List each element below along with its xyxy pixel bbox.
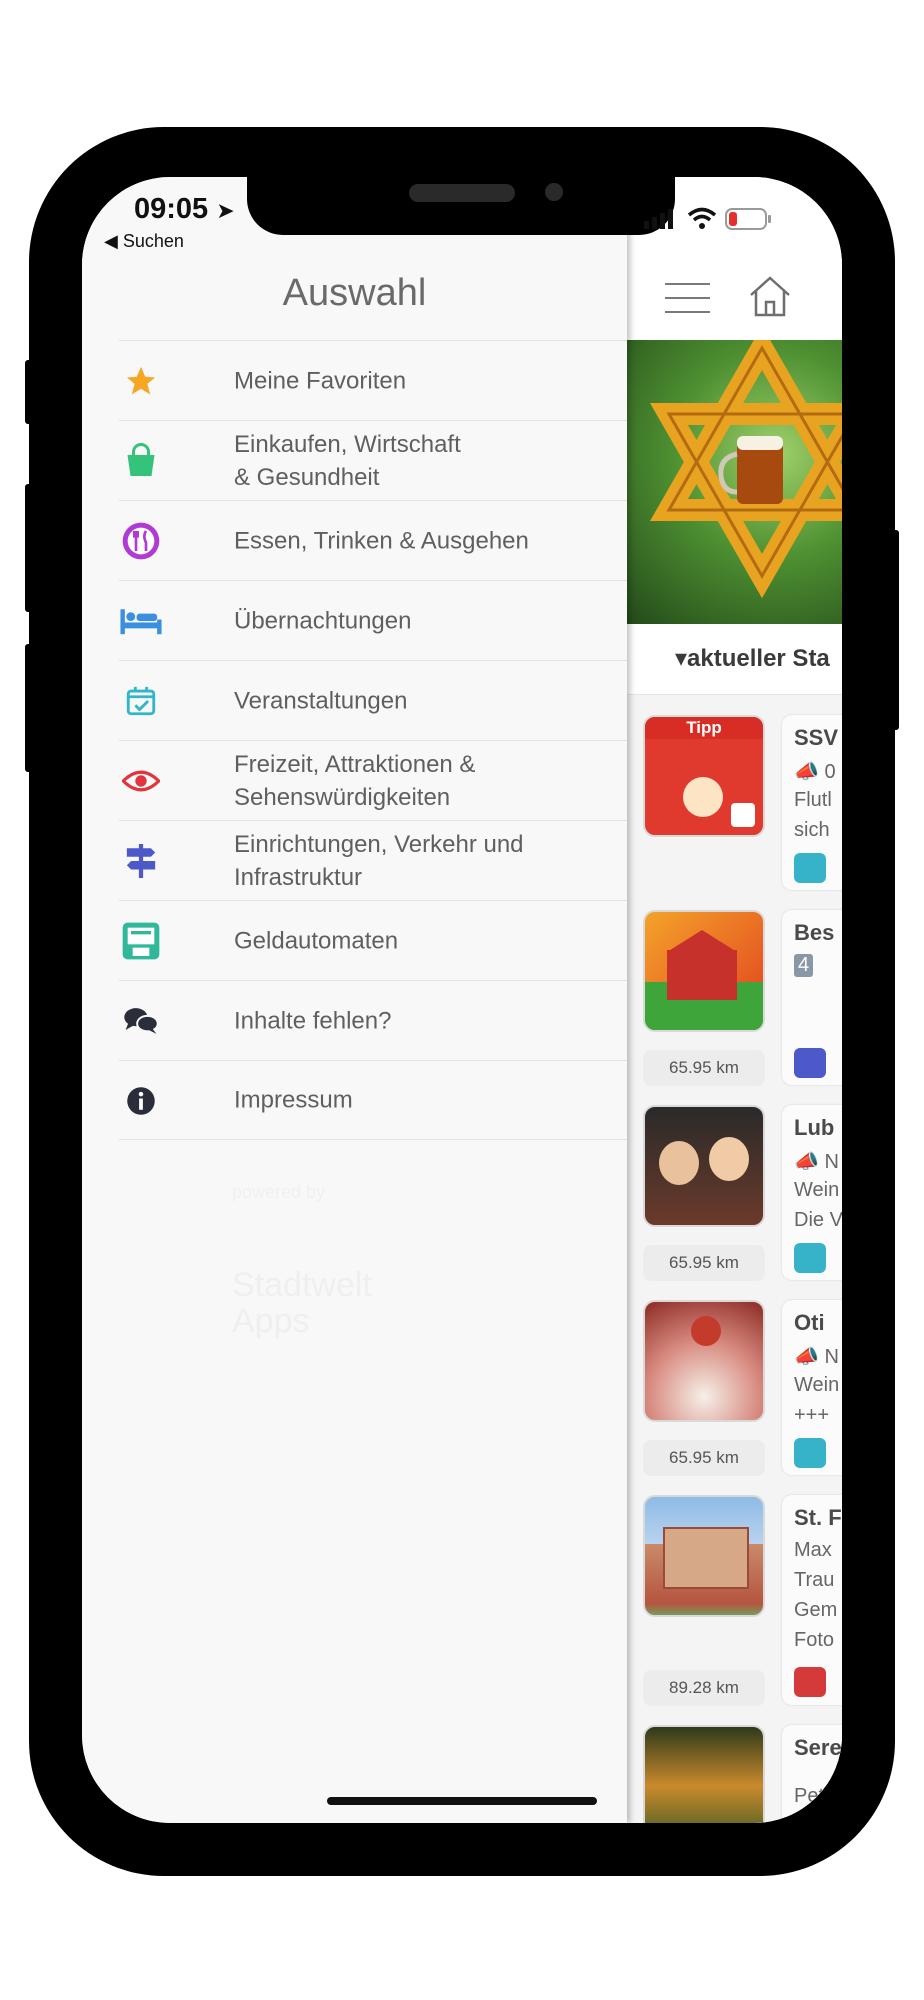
- category-badge: [794, 1667, 826, 1697]
- menu-item-atm[interactable]: Geldautomaten: [119, 900, 627, 980]
- drawer-title: Auswahl: [282, 272, 427, 314]
- feed-card-title: St. F: [794, 1505, 842, 1530]
- front-camera: [545, 183, 563, 201]
- feed-card-text: 📣 N: [794, 1346, 839, 1368]
- feed-thumbnail: [643, 1105, 765, 1227]
- menu-item-attractions[interactable]: Freizeit, Attraktionen & Sehenswürdigkei…: [119, 740, 627, 820]
- info-icon: [119, 1079, 163, 1123]
- feed-card-text: Max: [794, 1539, 832, 1561]
- hero-banner: [627, 340, 842, 624]
- menu-item-label: Impressum: [234, 1086, 353, 1114]
- speaker-grille: [409, 184, 515, 202]
- menu-item-label: Inhalte fehlen?: [234, 1007, 392, 1034]
- menu-item-events[interactable]: Veranstaltungen: [119, 660, 627, 740]
- feed-card[interactable]: Bes 4: [782, 910, 842, 1085]
- menu-item-label: Übernachtungen: [234, 607, 412, 634]
- category-badge: [794, 1048, 826, 1078]
- feed-thumbnail: [643, 1725, 765, 1823]
- battery-low-icon: [725, 208, 771, 230]
- feed-thumbnail: [643, 910, 765, 1032]
- drawer-menu: Meine Favoriten Einkaufen, Wirtschaft & …: [119, 340, 627, 1140]
- feed-card-text: Flutl: [794, 789, 832, 811]
- menu-item-imprint[interactable]: Impressum: [119, 1060, 627, 1140]
- feed-thumbnail: [643, 1495, 765, 1617]
- star-icon: [119, 359, 163, 403]
- menu-item-label: Meine Favoriten: [234, 367, 407, 394]
- menu-item-shopping[interactable]: Einkaufen, Wirtschaft & Gesundheit: [119, 420, 627, 500]
- status-time: 09:05 ➤: [134, 193, 235, 225]
- app-main: ▾aktueller Sta Tipp SSV 📣 0 Flutl sich 6…: [627, 177, 842, 1823]
- distance-label: 65.95 km: [643, 1245, 765, 1281]
- feed-card-text: sich: [794, 819, 830, 841]
- star-of-david-beer-icon: [650, 340, 842, 599]
- feed-thumbnail: Tipp: [643, 715, 765, 837]
- menu-item-infrastructure[interactable]: Einrichtungen, Verkehr und Infrastruktur: [119, 820, 627, 900]
- status-filter-bar[interactable]: ▾aktueller Sta: [627, 624, 842, 695]
- eye-icon: [119, 759, 163, 803]
- wifi-icon: [687, 207, 717, 229]
- signpost-icon: [119, 839, 163, 883]
- feed-thumbnail: [643, 1300, 765, 1422]
- hamburger-menu-icon[interactable]: [665, 283, 710, 313]
- feed-card-text: Gem: [794, 1599, 838, 1621]
- home-indicator[interactable]: [327, 1797, 597, 1805]
- calendar-icon: [119, 679, 163, 723]
- atm-icon: [119, 919, 163, 963]
- feed-card-title: SSV: [794, 725, 839, 750]
- cutlery-icon: [119, 519, 163, 563]
- menu-item-label: Einrichtungen, Verkehr und Infrastruktur: [234, 830, 524, 891]
- feed-card-title: Lub: [794, 1115, 835, 1140]
- feed-card[interactable]: Sere Pet: [782, 1725, 842, 1823]
- feed-card[interactable]: St. F Max Trau Gem Foto: [782, 1495, 842, 1705]
- status-filter-label: ▾aktueller Sta: [675, 645, 830, 672]
- feed-card[interactable]: Lub 📣 N Wein Die V: [782, 1105, 842, 1280]
- menu-item-label: Veranstaltungen: [234, 687, 408, 714]
- category-badge: [794, 853, 826, 883]
- menu-item-accommodation[interactable]: Übernachtungen: [119, 580, 627, 660]
- feed-card-text: Trau: [794, 1569, 835, 1591]
- feed-card-title: Bes: [794, 920, 835, 945]
- shopping-bag-icon: [119, 439, 163, 483]
- distance-label: 65.95 km: [643, 1440, 765, 1476]
- event-feed: Tipp SSV 📣 0 Flutl sich 65.95 km Bes 4 6…: [627, 695, 842, 1823]
- distance-label: 65.95 km: [643, 1050, 765, 1086]
- signal-icon: [644, 209, 673, 229]
- feed-card-text: Die V: [794, 1209, 842, 1231]
- menu-item-label: Essen, Trinken & Ausgehen: [234, 527, 529, 554]
- feed-card[interactable]: SSV 📣 0 Flutl sich: [782, 715, 842, 890]
- notch: [247, 177, 675, 235]
- menu-item-label: Geldautomaten: [234, 927, 399, 954]
- bed-icon: [119, 599, 163, 643]
- menu-item-label: Einkaufen, Wirtschaft & Gesundheit: [234, 430, 461, 491]
- menu-item-food[interactable]: Essen, Trinken & Ausgehen: [119, 500, 627, 580]
- feed-card-text: Foto: [794, 1629, 835, 1651]
- phone-screen: ▾aktueller Sta Tipp SSV 📣 0 Flutl sich 6…: [82, 177, 842, 1823]
- feed-card-title: Sere: [794, 1735, 842, 1760]
- feed-card-text: 📣 0: [794, 761, 836, 783]
- feed-card-text: Wein: [794, 1374, 840, 1396]
- chat-icon: [119, 999, 163, 1043]
- feed-card-text: 📣 N: [794, 1151, 839, 1173]
- category-badge: [794, 1438, 826, 1468]
- navigation-drawer: Auswahl Meine Favoriten Einkaufen, Wirts…: [82, 177, 627, 1823]
- menu-item-missing-content[interactable]: Inhalte fehlen?: [119, 980, 627, 1060]
- brand-watermark: Stadtwelt Apps: [232, 1266, 372, 1340]
- feed-card-text: +++: [794, 1404, 830, 1426]
- feed-card-text: Wein: [794, 1179, 840, 1201]
- number-badge: 4: [794, 954, 814, 977]
- feed-card[interactable]: Oti 📣 N Wein +++: [782, 1300, 842, 1475]
- menu-item-label: Freizeit, Attraktionen & Sehenswürdigkei…: [234, 750, 476, 811]
- home-icon[interactable]: [747, 273, 793, 319]
- distance-label: 89.28 km: [643, 1670, 765, 1706]
- category-badge: [794, 1243, 826, 1273]
- back-to-search-link[interactable]: ◀ Suchen: [104, 231, 184, 252]
- feed-card-title: Oti: [794, 1310, 825, 1335]
- menu-item-favorites[interactable]: Meine Favoriten: [119, 340, 627, 420]
- powered-by-watermark: powered by: [232, 1182, 326, 1202]
- feed-card-text: Pet: [794, 1785, 825, 1807]
